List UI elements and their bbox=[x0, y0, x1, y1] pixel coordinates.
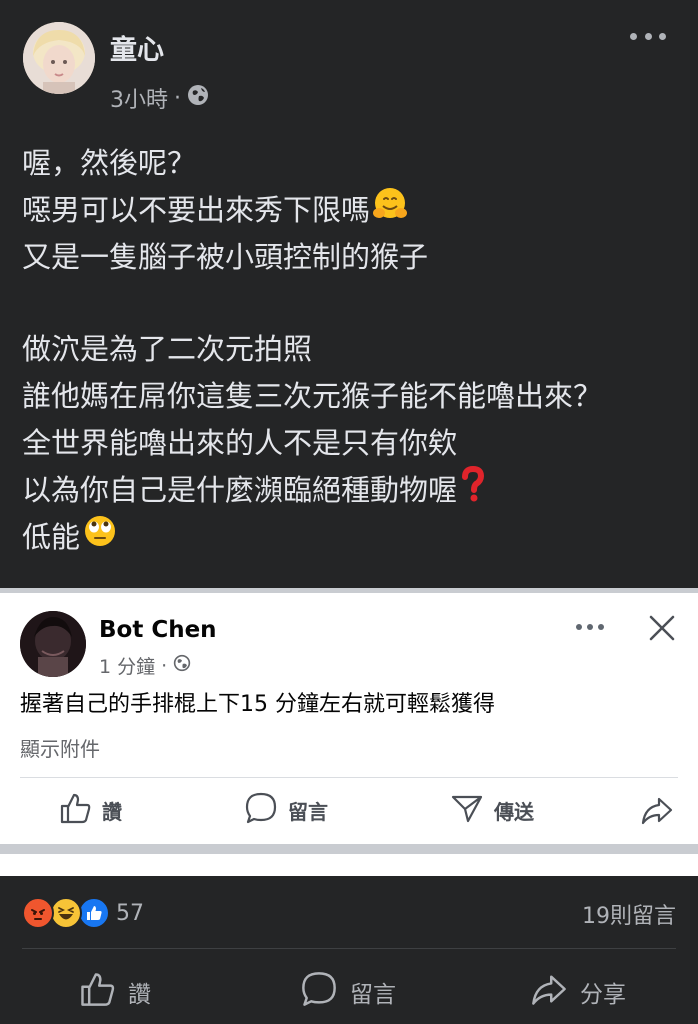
post-line: 低能 bbox=[22, 514, 682, 561]
like-label: 讚 bbox=[128, 982, 151, 1008]
red-question-mark-emoji bbox=[459, 465, 487, 516]
comment-label: 留言 bbox=[350, 982, 396, 1008]
thumbs-up-icon bbox=[78, 970, 116, 1014]
post-time[interactable]: 3小時 bbox=[110, 82, 168, 114]
more-options-icon bbox=[576, 622, 604, 632]
send-action: 傳送 bbox=[450, 786, 534, 834]
globe-icon bbox=[173, 654, 191, 677]
comment-button[interactable]: 留言 bbox=[300, 962, 396, 1022]
reaction-summary[interactable]: 57 bbox=[22, 896, 144, 930]
comment-text: 握著自己的手排棍上下15 分鐘左右就可輕鬆獲得 bbox=[20, 692, 495, 717]
embed-bottom-border bbox=[0, 844, 698, 854]
post-line: 誰他媽在屌你這隻三次元猴子能不能嚕出來？ bbox=[22, 379, 603, 413]
embed-top-border bbox=[0, 588, 698, 593]
author-name[interactable]: 童心 bbox=[110, 28, 164, 67]
globe-icon bbox=[187, 84, 209, 112]
author-avatar[interactable] bbox=[23, 22, 95, 94]
share-label: 分享 bbox=[580, 982, 626, 1008]
haha-reaction-icon bbox=[50, 897, 82, 929]
post-line: 噁男可以不要出來秀下限嗎 bbox=[22, 187, 682, 234]
comment-meta: 1 分鐘 · bbox=[99, 652, 191, 679]
comment-author-avatar bbox=[20, 611, 86, 677]
send-icon bbox=[450, 791, 484, 830]
post-line: 喔，然後呢？ bbox=[22, 146, 197, 180]
meta-separator: · bbox=[174, 85, 181, 111]
share-arrow-icon bbox=[640, 786, 674, 834]
meta-separator: · bbox=[161, 654, 168, 677]
hugging-face-emoji bbox=[372, 186, 408, 236]
post-body: 喔，然後呢？ 噁男可以不要出來秀下限嗎 又是一隻腦子被小頭控制的猴子 做泬是為了… bbox=[22, 140, 682, 561]
embedded-comment-image: Bot Chen 1 分鐘 · 握著自己的手排棍上下15 分鐘左右就可輕鬆獲得 … bbox=[0, 588, 698, 876]
thumbs-up-icon bbox=[58, 791, 92, 830]
eye-roll-emoji bbox=[82, 513, 118, 563]
share-arrow-icon bbox=[530, 970, 568, 1014]
angry-reaction-icon bbox=[22, 897, 54, 929]
divider bbox=[22, 948, 676, 949]
like-button[interactable]: 讚 bbox=[78, 962, 151, 1022]
comment-count[interactable]: 19則留言 bbox=[582, 898, 676, 930]
post-line: 以為你自己是什麼瀕臨絕種動物喔 bbox=[22, 465, 682, 516]
reaction-icons bbox=[22, 897, 110, 929]
post-line: 又是一隻腦子被小頭控制的猴子 bbox=[22, 240, 429, 274]
post-action-bar: 讚 留言 分享 bbox=[0, 962, 698, 1022]
divider bbox=[20, 777, 678, 778]
post-line: 做泬是為了二次元拍照 bbox=[22, 332, 313, 366]
comment-bubble-icon bbox=[300, 970, 338, 1014]
comment-time: 1 分鐘 bbox=[99, 656, 156, 678]
share-button[interactable]: 分享 bbox=[530, 962, 626, 1022]
comment-author-name: Bot Chen bbox=[99, 617, 217, 643]
comment-bubble-icon bbox=[244, 791, 278, 830]
comment-action-bar: 讚 留言 傳送 bbox=[0, 786, 698, 834]
comment-action: 留言 bbox=[244, 786, 328, 834]
post-header: 童心 3小時 · bbox=[0, 0, 698, 120]
post-meta: 3小時 · bbox=[110, 82, 209, 114]
reaction-count: 57 bbox=[116, 900, 144, 926]
like-reaction-icon bbox=[78, 897, 110, 929]
more-options-icon[interactable] bbox=[630, 22, 666, 50]
post-line: 全世界能嚕出來的人不是只有你欸 bbox=[22, 426, 458, 460]
like-action: 讚 bbox=[58, 786, 122, 834]
show-attachment-link: 顯示附件 bbox=[20, 737, 100, 761]
close-icon bbox=[646, 612, 678, 644]
